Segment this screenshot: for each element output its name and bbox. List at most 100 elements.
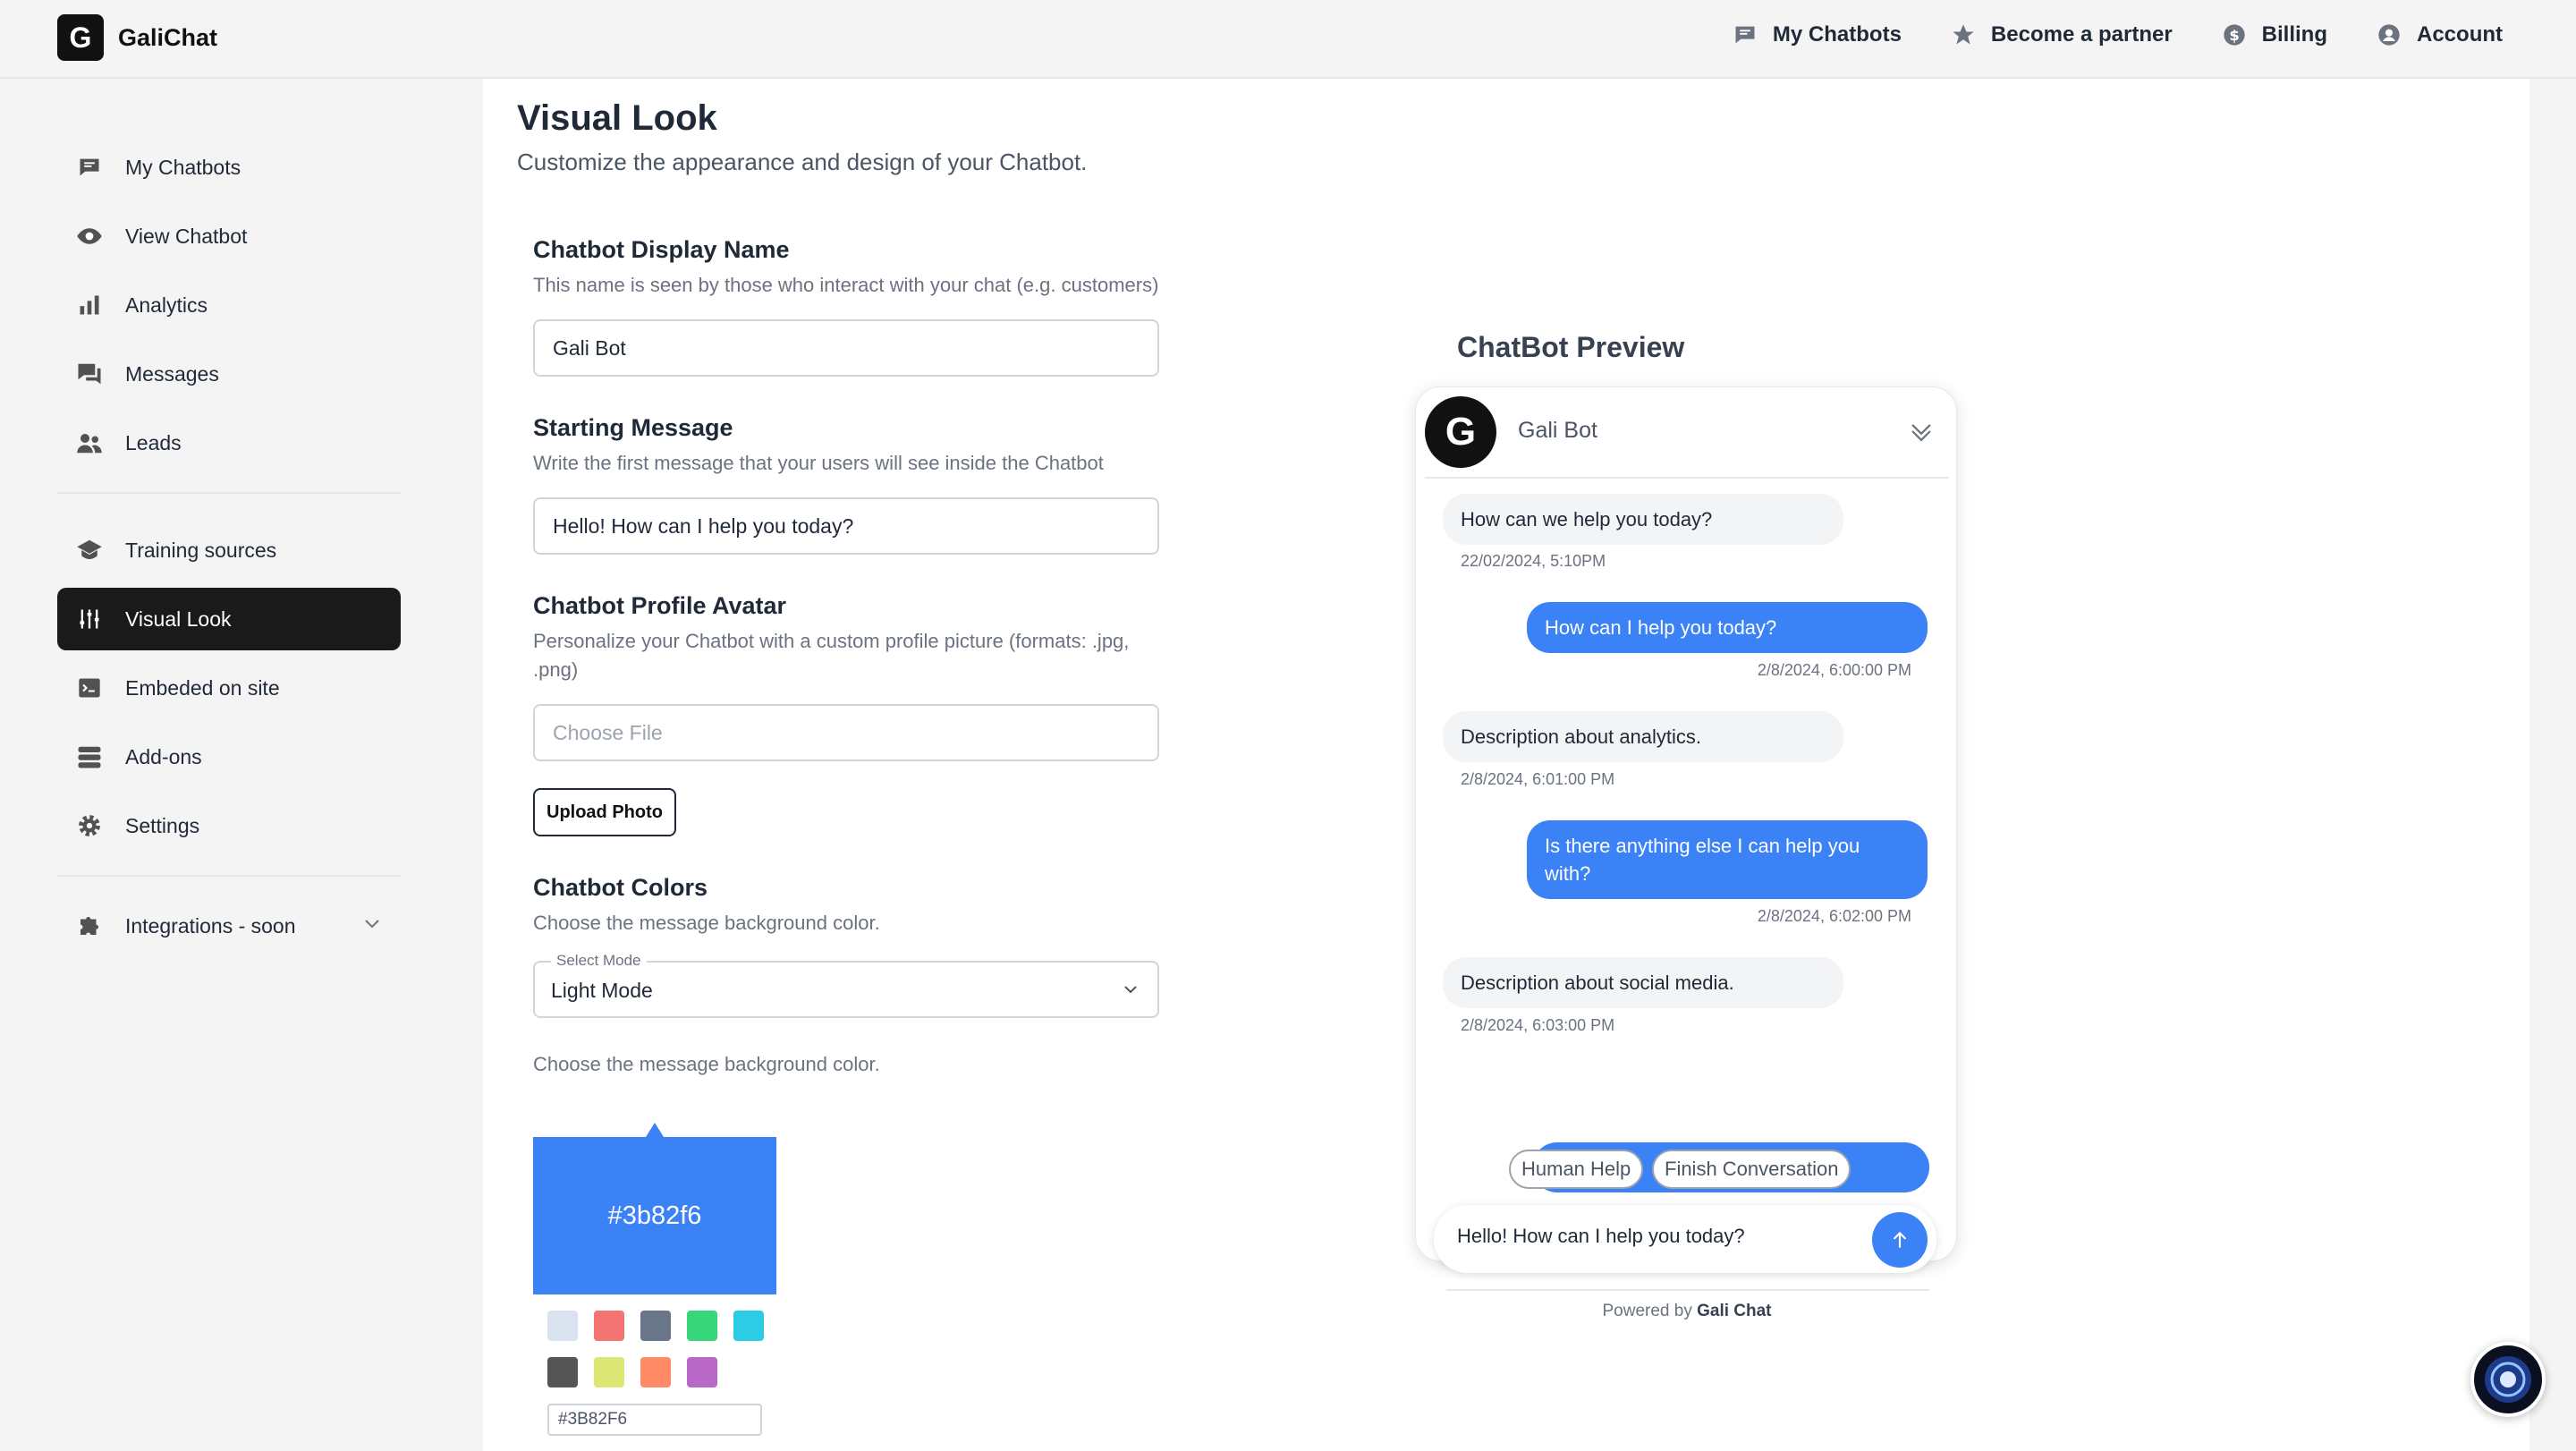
gear-icon [75,811,104,840]
color-swatch[interactable] [547,1311,578,1341]
color-swatch[interactable] [733,1311,764,1341]
powered-by: Powered by Gali Chat [1416,1302,1958,1321]
topnav-billing[interactable]: $ Billing [2221,21,2327,48]
powered-by-brand[interactable]: Gali Chat [1697,1302,1771,1320]
sidebar: My Chatbots View Chatbot Analytics Messa… [57,136,401,963]
user-message: Is there anything else I can help you wi… [1527,820,1928,899]
chevron-down-icon[interactable] [361,912,383,939]
topnav-become-partner[interactable]: Become a partner [1950,21,2173,48]
color-swatch[interactable] [687,1357,717,1387]
topnav-my-chatbots[interactable]: My Chatbots [1732,21,1902,48]
brand-name[interactable]: GaliChat [118,24,217,52]
sidebar-item-analytics[interactable]: Analytics [57,274,401,336]
avatar-desc: Personalize your Chatbot with a custom p… [533,630,1130,681]
visual-look-form: Chatbot Display Name This name is seen b… [533,236,1159,1079]
graduation-cap-icon [75,536,104,564]
sidebar-item-messages[interactable]: Messages [57,343,401,405]
sidebar-item-training-sources[interactable]: Training sources [57,519,401,581]
sidebar-item-label: View Chatbot [125,224,248,248]
message-timestamp: 2/8/2024, 6:03:00 PM [1461,1016,1615,1034]
color-picker-desc: Choose the message background color. [533,1053,880,1075]
color-swatch[interactable] [640,1357,671,1387]
puzzle-icon [75,912,104,940]
message-timestamp: 2/8/2024, 6:00:00 PM [1757,661,1911,679]
chatbot-colors-label: Chatbot Colors [533,874,708,901]
brand[interactable]: G GaliChat [57,14,217,61]
sidebar-item-label: Integrations - soon [125,913,296,938]
color-swatch[interactable] [594,1311,624,1341]
message-timestamp: 2/8/2024, 6:02:00 PM [1757,907,1911,925]
sidebar-item-label: Training sources [125,538,277,562]
sidebar-item-integrations[interactable]: Integrations - soon [57,895,401,957]
bot-message: Description about analytics. [1443,711,1843,762]
dollar-icon: $ [2221,21,2248,48]
quick-reply-human-help[interactable]: Human Help [1509,1150,1644,1189]
chat-bubble-icon [75,153,104,182]
sidebar-divider [57,875,401,877]
star-icon [1950,21,1977,48]
sidebar-item-label: Visual Look [125,607,232,631]
sidebar-item-label: My Chatbots [125,155,242,179]
bot-avatar: G [1425,396,1496,468]
sidebar-item-settings[interactable]: Settings [57,794,401,857]
messages-icon [75,360,104,388]
choose-file-input[interactable]: Choose File [533,704,1159,761]
message-timestamp: 22/02/2024, 5:10PM [1461,552,1606,570]
topnav-account[interactable]: Account [2376,21,2503,48]
chat-input[interactable]: Hello! How can I help you today? [1434,1205,1936,1273]
sidebar-item-label: Leads [125,430,182,454]
message-timestamp: 2/8/2024, 6:01:00 PM [1461,770,1615,788]
brand-logo[interactable]: G [57,14,104,61]
top-nav: My Chatbots Become a partner $ Billing A… [1683,21,2503,48]
powered-by-prefix: Powered by [1602,1302,1692,1320]
chevron-down-icon [1120,979,1141,1005]
svg-text:$: $ [2229,27,2239,44]
sidebar-item-my-chatbots[interactable]: My Chatbots [57,136,401,199]
chatbot-preview: G Gali Bot How can we help you today? 22… [1415,386,1957,1320]
sidebar-item-visual-look[interactable]: Visual Look [57,588,401,650]
page-title: Visual Look [517,98,717,138]
current-color-swatch: #3b82f6 [533,1123,776,1294]
display-name-input[interactable]: Gali Bot [533,319,1159,377]
hex-input[interactable]: #3B82F6 [547,1404,762,1436]
starting-message-input[interactable]: Hello! How can I help you today? [533,497,1159,555]
current-color-label: #3b82f6 [607,1201,702,1230]
sidebar-item-add-ons[interactable]: Add-ons [57,726,401,788]
chat-header: G Gali Bot [1425,396,1949,479]
bar-chart-icon [75,291,104,319]
sidebar-item-leads[interactable]: Leads [57,412,401,474]
topnav-label: Account [2417,22,2503,47]
terminal-icon [75,674,104,702]
color-swatch[interactable] [594,1357,624,1387]
send-button[interactable] [1872,1212,1928,1268]
chatbot-colors-desc: Choose the message background color. [533,912,880,934]
bot-name: Gali Bot [1518,418,1597,443]
color-swatch[interactable] [547,1357,578,1387]
color-picker: #3b82f6 #3B82F6 [533,1123,776,1436]
sidebar-item-label: Messages [125,361,219,386]
sidebar-item-label: Analytics [125,293,208,317]
sliders-icon [75,605,104,633]
quick-reply-finish-conversation[interactable]: Finish Conversation [1652,1150,1852,1189]
page-subtitle: Customize the appearance and design of y… [517,148,1088,175]
preview-title: ChatBot Preview [1457,331,1685,363]
chat-bubble-icon [1732,21,1758,48]
sidebar-item-embeded-on-site[interactable]: Embeded on site [57,657,401,719]
chat-footer-divider [1446,1289,1929,1291]
starting-message-desc: Write the first message that your users … [533,452,1104,474]
mode-select-value: Light Mode [551,979,653,1002]
collapse-chevrons-icon[interactable] [1906,416,1936,451]
sidebar-item-label: Settings [125,813,200,837]
color-swatch[interactable] [640,1311,671,1341]
topnav-label: Become a partner [1990,22,2173,47]
user-circle-icon [2376,21,2402,48]
user-message: How can I help you today? [1527,602,1928,653]
bot-message: Description about social media. [1443,957,1843,1008]
sidebar-item-view-chatbot[interactable]: View Chatbot [57,205,401,267]
sidebar-item-label: Add-ons [125,744,202,768]
mode-select[interactable]: Select Mode Light Mode [533,952,1159,1018]
upload-photo-button[interactable]: Upload Photo [533,788,676,836]
chat-launcher-button[interactable] [2470,1342,2546,1417]
color-swatch[interactable] [687,1311,717,1341]
avatar-label: Chatbot Profile Avatar [533,592,787,619]
